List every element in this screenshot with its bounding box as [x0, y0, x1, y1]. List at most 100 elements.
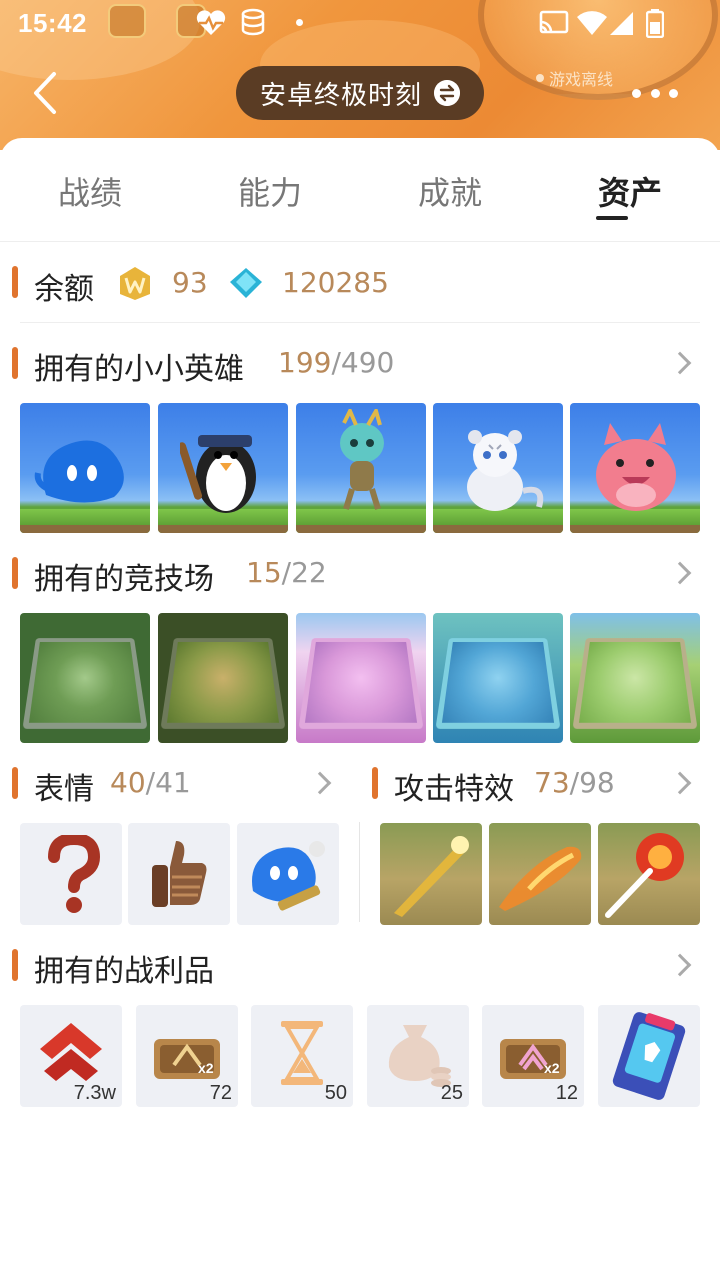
thumbs-up-emote[interactable]: [128, 823, 230, 925]
red-burst-effect[interactable]: [598, 823, 700, 925]
loot-chevron-icon[interactable]: [668, 953, 692, 977]
heroes-section-title[interactable]: 拥有的小小英雄: [34, 344, 244, 388]
cast-icon: [539, 10, 569, 34]
section-marker: [12, 949, 18, 981]
jungle-arena[interactable]: [158, 613, 288, 743]
fire-streak-icon: [499, 846, 582, 911]
effects-chevron-icon[interactable]: [668, 771, 692, 795]
loot-double-pink-chest[interactable]: x2 12: [482, 1005, 584, 1107]
effects-count: 73/98: [534, 766, 615, 799]
loot-hourglass[interactable]: 50: [251, 1005, 353, 1107]
green-vortex-arena[interactable]: [20, 613, 150, 743]
red-burst-icon: [605, 833, 684, 918]
battery-icon: [646, 9, 664, 38]
heroes-count: 199/490: [278, 346, 394, 379]
section-marker: [12, 347, 18, 379]
penguin-icon: [180, 435, 256, 513]
dragon-hero[interactable]: [296, 403, 426, 533]
arenas-section-title[interactable]: 拥有的竞技场: [34, 554, 214, 598]
loot-coin-bag[interactable]: 25: [367, 1005, 469, 1107]
heroes-total: /490: [331, 346, 395, 379]
dragon-icon: [340, 409, 384, 510]
arena-floor: [435, 638, 561, 729]
balance-title: 余额: [34, 272, 94, 307]
heroes-chevron-icon[interactable]: [668, 351, 692, 375]
back-button[interactable]: [22, 68, 72, 118]
heroes-owned: 199: [278, 346, 332, 379]
pink-cat-hero[interactable]: [570, 403, 700, 533]
status-time: 15:42: [18, 8, 87, 38]
divider: [20, 322, 700, 323]
loot-count: 72: [209, 1082, 232, 1104]
swap-icon: [434, 80, 460, 106]
gem-balance: 120285: [282, 266, 389, 299]
header-banner: 15:42 安卓终极时刻 游戏离线: [0, 0, 720, 150]
pink-arena[interactable]: [296, 613, 426, 743]
white-tiger-hero[interactable]: [433, 403, 563, 533]
question-mark-emote[interactable]: [20, 823, 122, 925]
game-status: 游戏离线: [536, 66, 613, 90]
database-icon: [241, 8, 265, 36]
meadow-arena[interactable]: [570, 613, 700, 743]
loot-count: 12: [555, 1082, 578, 1104]
svg-text:x2: x2: [544, 1060, 560, 1076]
golden-strike-effect[interactable]: [380, 823, 482, 925]
golden-strike-icon: [394, 836, 469, 917]
thumbs-up-icon: [152, 841, 207, 907]
status-dot: [536, 74, 544, 82]
arena-floor: [572, 638, 698, 729]
section-marker: [12, 767, 18, 799]
section-marker: [12, 266, 18, 298]
notification-icon: [108, 4, 146, 38]
arena-floor: [22, 638, 148, 729]
blue-spirit-emote-icon: [252, 841, 325, 911]
arena-floor: [298, 638, 424, 729]
gem-icon: [230, 268, 262, 298]
loot-section-title[interactable]: 拥有的战利品: [34, 946, 214, 990]
fire-streak-effect[interactable]: [489, 823, 591, 925]
emotes-chevron-icon[interactable]: [308, 771, 332, 795]
dot: [632, 88, 641, 98]
loot-rank-chevron[interactable]: 7.3w: [20, 1005, 122, 1107]
loot-count: 7.3w: [73, 1082, 116, 1104]
arenas-owned: 15: [246, 556, 282, 589]
effects-total: /98: [569, 766, 615, 799]
game-title: 安卓终极时刻: [260, 80, 423, 111]
status-label: 游戏离线: [549, 70, 614, 89]
emotes-owned: 40: [110, 766, 146, 799]
blue-spirit-emote[interactable]: [237, 823, 339, 925]
game-title-switcher[interactable]: 安卓终极时刻: [236, 66, 484, 120]
arcade-card-icon: [612, 1012, 686, 1100]
wifi-icon: [577, 11, 607, 35]
status-bar: 15:42: [0, 0, 720, 48]
double-pink-chest-icon: x2: [500, 1039, 566, 1079]
dot: [650, 88, 660, 98]
coin-bag-icon: [388, 1025, 451, 1087]
emotes-total: /41: [145, 766, 191, 799]
pink-cat-icon: [596, 423, 676, 511]
tab-achievement[interactable]: 成就: [390, 168, 510, 214]
tab-assets[interactable]: 资产: [570, 168, 690, 214]
penguin-hero[interactable]: [158, 403, 288, 533]
loot-double-bronze-chest[interactable]: x2 72: [136, 1005, 238, 1107]
arenas-chevron-icon[interactable]: [668, 561, 692, 585]
section-marker: [12, 557, 18, 589]
arena-floor: [160, 638, 286, 729]
dot: [669, 88, 678, 98]
loot-arcade-card[interactable]: [598, 1005, 700, 1107]
tab-record[interactable]: 战绩: [30, 168, 150, 214]
more-button[interactable]: [632, 80, 678, 106]
blue-spirit-hero[interactable]: [20, 403, 150, 533]
tab-ability[interactable]: 能力: [210, 168, 330, 214]
blue-spirit-icon: [34, 440, 124, 503]
blue-arena[interactable]: [433, 613, 563, 743]
section-marker: [372, 767, 378, 799]
heart-pulse-icon: [196, 10, 226, 35]
emotes-section-title[interactable]: 表情: [34, 764, 94, 808]
effects-section-title[interactable]: 攻击特效: [394, 764, 514, 808]
cellular-signal-icon: [610, 12, 633, 35]
svg-text:x2: x2: [198, 1060, 214, 1076]
loot-count: 25: [440, 1082, 463, 1104]
effects-owned: 73: [534, 766, 570, 799]
divider: [359, 822, 360, 922]
